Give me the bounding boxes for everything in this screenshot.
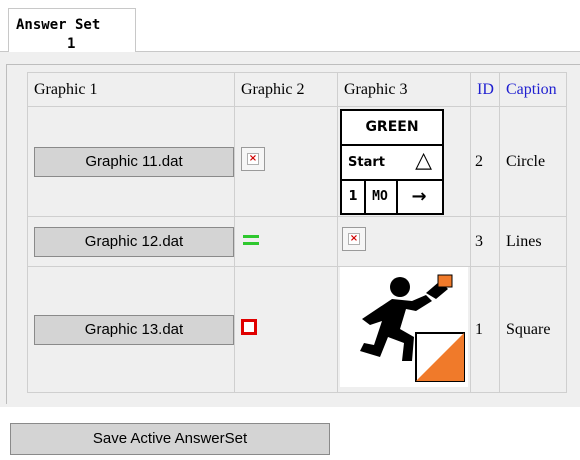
sign-code: MO (364, 180, 398, 213)
cell-graphic-2 (234, 216, 338, 267)
cell-graphic-3: GREEN Start △ 1 MO → (337, 106, 471, 217)
answer-table: Graphic 1 Graphic 2 Graphic 3 ID Caption… (27, 72, 567, 393)
cell-id: 3 (470, 216, 500, 267)
right-arrow-icon: → (411, 185, 427, 207)
header-graphic-2: Graphic 2 (234, 72, 338, 107)
table-row: Graphic 13.dat 1 Square (27, 266, 567, 393)
cell-caption: Circle (499, 106, 567, 217)
broken-image-icon: × (241, 147, 265, 171)
header-graphic-3: Graphic 3 (337, 72, 471, 107)
triangle-icon: △ (415, 147, 432, 173)
cell-graphic-1: Graphic 12.dat (27, 216, 235, 267)
sign-row-green: GREEN (342, 111, 442, 146)
cell-graphic-1: Graphic 13.dat (27, 266, 235, 393)
header-id[interactable]: ID (470, 72, 500, 107)
sign-row-start: Start △ (342, 146, 442, 181)
cell-graphic-1: Graphic 11.dat (27, 106, 235, 217)
cell-graphic-3 (337, 266, 471, 393)
green-lines-icon (243, 234, 259, 246)
start-sign-image: GREEN Start △ 1 MO → (340, 108, 444, 215)
tab-number: 1 (67, 36, 76, 52)
cell-graphic-2 (234, 266, 338, 393)
tab-answer-set-1[interactable]: Answer Set 1 (8, 8, 136, 52)
table-row: Graphic 12.dat × 3 Lines (27, 216, 567, 267)
table-header-row: Graphic 1 Graphic 2 Graphic 3 ID Caption (27, 72, 567, 107)
cell-id: 2 (470, 106, 500, 217)
table-row: Graphic 11.dat × GREEN Start △ 1 MO → 2 … (27, 106, 567, 217)
graphic-11-button[interactable]: Graphic 11.dat (34, 146, 234, 177)
sign-start-label: Start (348, 154, 385, 170)
header-caption[interactable]: Caption (499, 72, 567, 107)
header-graphic-1: Graphic 1 (27, 72, 235, 107)
orienteering-runner-image (340, 267, 468, 387)
save-active-answerset-button[interactable]: Save Active AnswerSet (10, 423, 330, 455)
cell-graphic-3: × (337, 216, 471, 267)
tab-title: Answer Set (16, 17, 101, 33)
sign-row-bottom: 1 MO → (342, 180, 442, 213)
cell-caption: Lines (499, 216, 567, 267)
cell-id: 1 (470, 266, 500, 393)
cell-caption: Square (499, 266, 567, 393)
graphic-13-button[interactable]: Graphic 13.dat (34, 314, 234, 345)
broken-image-icon: × (342, 227, 366, 251)
cell-graphic-2: × (234, 106, 338, 217)
sign-number: 1 (342, 180, 366, 213)
graphic-12-button[interactable]: Graphic 12.dat (34, 226, 234, 257)
red-square-icon (241, 319, 257, 335)
